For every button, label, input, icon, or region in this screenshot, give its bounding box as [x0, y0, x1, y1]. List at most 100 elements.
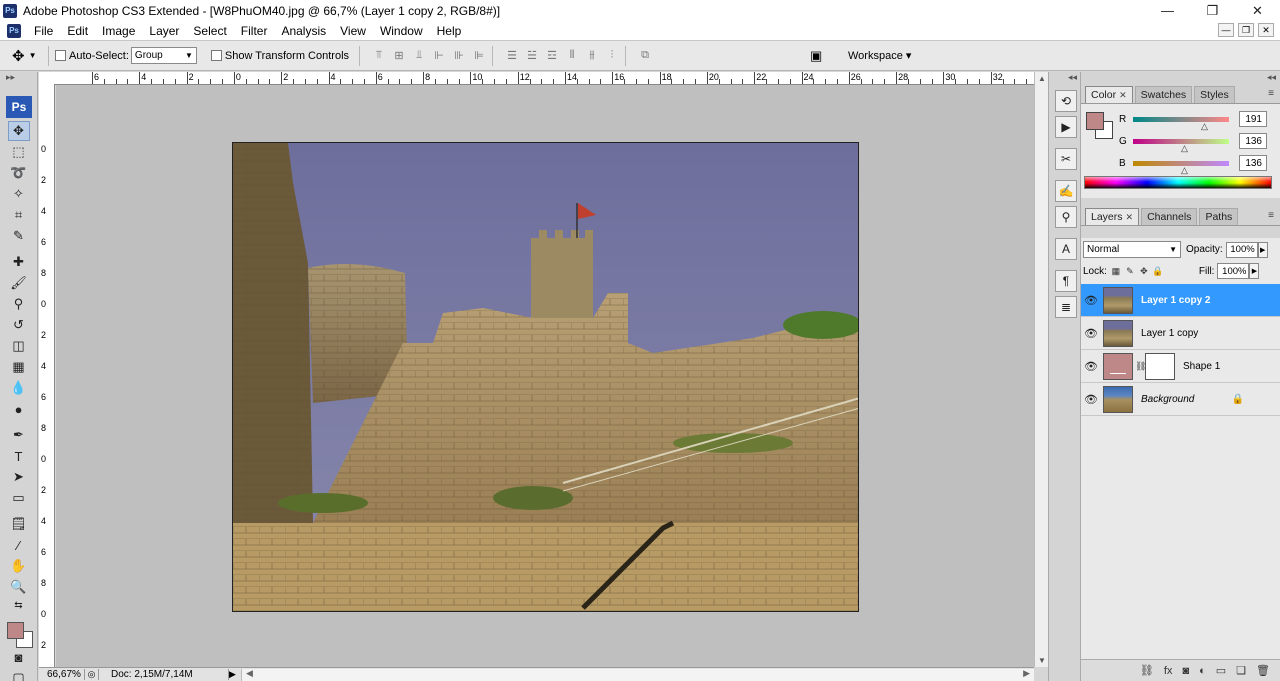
opacity-arrow-icon[interactable]: ▶: [1257, 241, 1268, 258]
visibility-eye-icon[interactable]: 👁: [1081, 360, 1101, 373]
hand-tool-icon[interactable]: ✋: [8, 556, 30, 576]
menu-window[interactable]: Window: [373, 24, 430, 38]
dodge-tool-icon[interactable]: ●: [8, 399, 30, 419]
status-info-icon[interactable]: ◎: [85, 669, 99, 680]
clone-source-panel-icon[interactable]: ⚲: [1055, 206, 1077, 228]
blend-mode-dropdown[interactable]: Normal ▼: [1083, 241, 1181, 258]
lock-position-icon[interactable]: ✥: [1139, 266, 1149, 276]
path-selection-tool-icon[interactable]: ➤: [8, 467, 30, 487]
layer-thumbnail[interactable]: [1103, 385, 1133, 413]
close-tab-icon[interactable]: ✕: [1119, 90, 1127, 100]
show-transform-checkbox[interactable]: [210, 50, 222, 61]
doc-restore-button[interactable]: ❐: [1238, 23, 1254, 37]
eraser-tool-icon[interactable]: ◫: [8, 336, 30, 356]
auto-select-checkbox[interactable]: [55, 50, 66, 61]
green-slider[interactable]: △: [1133, 138, 1229, 153]
align-right-icon[interactable]: ⊫: [472, 49, 486, 63]
layer-thumbnail[interactable]: [1103, 319, 1133, 347]
distribute-vcenter-icon[interactable]: ☱: [525, 49, 539, 63]
workspace-button[interactable]: Workspace ▾: [848, 49, 911, 62]
tab-layers[interactable]: Layers ✕: [1085, 208, 1140, 225]
move-tool-icon[interactable]: ✥: [7, 121, 30, 141]
pen-tool-icon[interactable]: ✒: [8, 425, 30, 445]
history-brush-tool-icon[interactable]: ↺: [8, 315, 30, 335]
lock-image-icon[interactable]: ✎: [1125, 266, 1135, 276]
document-image[interactable]: [232, 142, 859, 612]
layer-name[interactable]: Shape 1: [1183, 361, 1220, 372]
menu-image[interactable]: Image: [95, 24, 142, 38]
zoom-tool-icon[interactable]: 🔍: [8, 577, 30, 597]
quick-mask-icon[interactable]: ◙: [8, 647, 30, 667]
lock-transparent-icon[interactable]: ▦: [1111, 266, 1121, 276]
layer-row[interactable]: 👁 Background 🔒: [1081, 383, 1280, 416]
vector-mask-thumbnail[interactable]: [1145, 352, 1175, 380]
tab-paths[interactable]: Paths: [1199, 208, 1239, 225]
type-tool-icon[interactable]: T: [8, 446, 30, 466]
layer-style-icon[interactable]: fx: [1164, 665, 1173, 677]
align-bottom-icon[interactable]: ⫫: [412, 49, 426, 63]
blue-value-input[interactable]: 136: [1239, 155, 1267, 171]
visibility-eye-icon[interactable]: 👁: [1081, 393, 1101, 406]
align-hcenter-icon[interactable]: ⊪: [452, 49, 466, 63]
panel-dock-grip[interactable]: ◂◂: [1081, 72, 1280, 86]
menu-edit[interactable]: Edit: [60, 24, 95, 38]
distribute-left-icon[interactable]: ⫴: [565, 49, 579, 63]
auto-select-dropdown[interactable]: Group ▼: [130, 47, 197, 64]
layer-thumbnail[interactable]: [1103, 286, 1133, 314]
minimize-button[interactable]: —: [1145, 0, 1190, 21]
align-vcenter-icon[interactable]: ⊞: [392, 49, 406, 63]
layer-row[interactable]: 👁 Layer 1 copy 2: [1081, 284, 1280, 317]
fill-input[interactable]: 100%: [1217, 263, 1250, 279]
menu-analysis[interactable]: Analysis: [274, 24, 333, 38]
new-layer-icon[interactable]: ❏: [1236, 664, 1246, 677]
red-value-input[interactable]: 191: [1239, 111, 1267, 127]
menu-layer[interactable]: Layer: [142, 24, 186, 38]
shape-tool-icon[interactable]: ▭: [8, 488, 30, 508]
tab-styles[interactable]: Styles: [1194, 86, 1235, 103]
zoom-level[interactable]: 66,67%: [39, 669, 85, 680]
blur-tool-icon[interactable]: 💧: [8, 378, 30, 398]
foreground-color-swatch[interactable]: [1086, 112, 1104, 130]
screen-mode-icon[interactable]: ▢: [8, 668, 30, 681]
foreground-color-swatch[interactable]: [6, 622, 24, 639]
red-slider[interactable]: △: [1133, 116, 1229, 131]
distribute-top-icon[interactable]: ☰: [505, 49, 519, 63]
restore-button[interactable]: ❐: [1190, 0, 1235, 21]
notes-tool-icon[interactable]: 🗒: [8, 514, 30, 534]
menu-select[interactable]: Select: [186, 24, 233, 38]
healing-brush-tool-icon[interactable]: ✚: [8, 252, 30, 272]
adjustment-layer-icon[interactable]: ◐: [1199, 665, 1206, 677]
icon-strip-grip[interactable]: ◂◂: [1049, 72, 1080, 86]
panel-divider[interactable]: [1081, 198, 1280, 208]
auto-align-icon[interactable]: ⧉: [638, 49, 652, 63]
menu-help[interactable]: Help: [430, 24, 469, 38]
green-value-input[interactable]: 136: [1239, 133, 1267, 149]
horizontal-scrollbar[interactable]: ◀ ▶: [241, 668, 1034, 681]
layer-name[interactable]: Layer 1 copy 2: [1141, 295, 1210, 306]
visibility-eye-icon[interactable]: 👁: [1081, 327, 1101, 340]
distribute-hcenter-icon[interactable]: ⫵: [585, 49, 599, 63]
menu-file[interactable]: File: [27, 24, 60, 38]
vertical-scrollbar[interactable]: ▲ ▼: [1034, 72, 1048, 667]
tab-channels[interactable]: Channels: [1141, 208, 1198, 225]
scroll-right-arrow-icon[interactable]: ▶: [1023, 668, 1030, 679]
marquee-tool-icon[interactable]: ⬚: [8, 142, 30, 162]
tab-color[interactable]: Color ✕: [1085, 86, 1133, 103]
slider-knob-icon[interactable]: △: [1181, 165, 1188, 176]
clone-stamp-tool-icon[interactable]: ⚲: [8, 294, 30, 314]
distribute-right-icon[interactable]: ⫶: [605, 49, 619, 63]
mask-link-icon[interactable]: ⛓: [1135, 361, 1146, 372]
menu-view[interactable]: View: [333, 24, 373, 38]
scroll-up-arrow-icon[interactable]: ▲: [1038, 74, 1046, 83]
panel-menu-icon[interactable]: ≡: [1268, 210, 1274, 221]
blue-slider[interactable]: △: [1133, 160, 1229, 175]
crop-tool-icon[interactable]: ⌗: [8, 205, 30, 225]
lasso-tool-icon[interactable]: ➰: [8, 163, 30, 183]
layer-name[interactable]: Background: [1141, 394, 1194, 405]
status-menu-arrow-icon[interactable]: ▶: [229, 669, 241, 680]
tab-swatches[interactable]: Swatches: [1134, 86, 1193, 103]
eyedropper-tool-icon[interactable]: ⁄: [8, 535, 30, 555]
doc-minimize-button[interactable]: —: [1218, 23, 1234, 37]
layer-name[interactable]: Layer 1 copy: [1141, 328, 1198, 339]
color-swatches[interactable]: [4, 616, 34, 648]
